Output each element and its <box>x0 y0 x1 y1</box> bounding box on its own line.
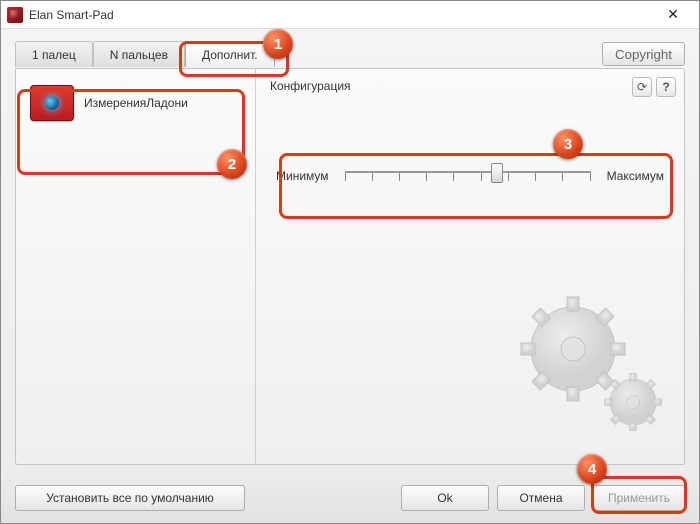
main-panel: Конфигурация ⟳ ? Минимум Максимум <box>256 69 684 464</box>
slider-track[interactable] <box>345 163 591 189</box>
gears-decoration-icon <box>518 294 668 434</box>
slider-min-label: Минимум <box>276 169 329 183</box>
refresh-icon[interactable]: ⟳ <box>632 77 652 97</box>
tab-finger-1[interactable]: 1 палец <box>15 41 93 67</box>
footer: Установить все по умолчанию Ok Отмена Пр… <box>1 473 699 523</box>
body: 1 палец N пальцев Дополнит. Copyright Из… <box>1 29 699 473</box>
slider-max-label: Максимум <box>607 169 664 183</box>
sidebar-item-palm-measurement[interactable]: ИзмеренияЛадони <box>26 79 245 127</box>
cancel-button[interactable]: Отмена <box>497 485 585 511</box>
ok-button[interactable]: Ok <box>401 485 489 511</box>
close-icon[interactable]: ✕ <box>653 1 693 28</box>
touchpad-eye-icon <box>30 85 74 121</box>
section-title: Конфигурация <box>270 79 670 93</box>
content: ИзмеренияЛадони Конфигурация ⟳ ? Минимум <box>15 68 685 465</box>
help-icon[interactable]: ? <box>656 77 676 97</box>
tab-additional[interactable]: Дополнит. <box>185 41 275 67</box>
copyright-button[interactable]: Copyright <box>602 42 685 66</box>
window-title: Elan Smart-Pad <box>29 8 114 22</box>
window: Elan Smart-Pad ✕ 1 палец N пальцев Допол… <box>0 0 700 524</box>
sidebar: ИзмеренияЛадони <box>16 69 256 464</box>
app-icon <box>7 7 23 23</box>
restore-defaults-button[interactable]: Установить все по умолчанию <box>15 485 245 511</box>
apply-button[interactable]: Применить <box>593 485 685 511</box>
tab-finger-n[interactable]: N пальцев <box>93 41 185 67</box>
tabbar: 1 палец N пальцев Дополнит. Copyright <box>15 39 685 69</box>
slider-thumb[interactable] <box>491 163 503 183</box>
palm-size-slider: Минимум Максимум <box>270 163 670 189</box>
sidebar-item-label: ИзмеренияЛадони <box>84 96 188 110</box>
titlebar: Elan Smart-Pad ✕ <box>1 1 699 29</box>
